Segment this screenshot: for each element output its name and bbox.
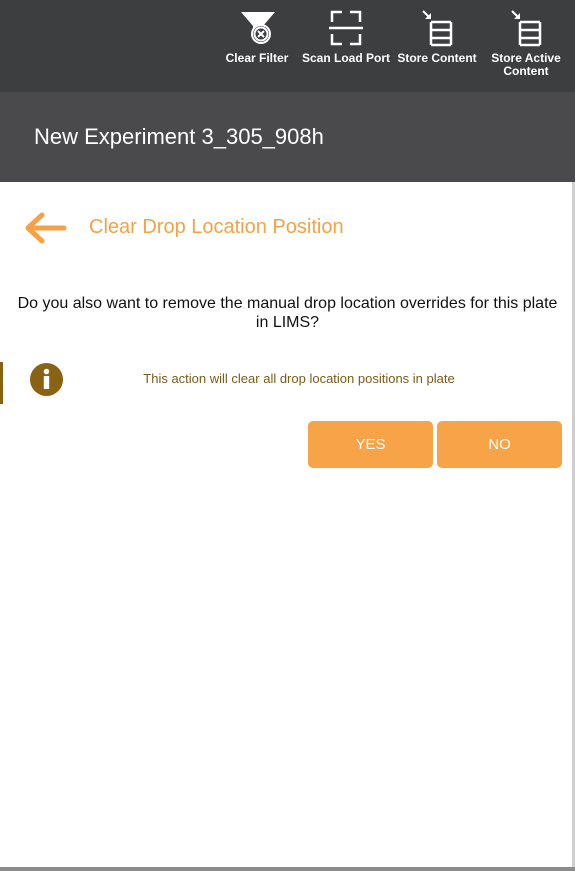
back-button[interactable] — [22, 210, 68, 246]
dialog-title: Clear Drop Location Position — [89, 216, 344, 238]
yes-button[interactable]: YES — [308, 421, 433, 468]
store-content-label: Store Content — [397, 51, 477, 65]
arrow-left-icon — [25, 212, 67, 244]
bottom-border — [0, 867, 575, 871]
store-active-content-button[interactable]: Store Active Content — [488, 8, 564, 78]
page-title: New Experiment 3_305_908h — [34, 124, 324, 149]
clear-filter-label: Clear Filter — [225, 51, 289, 65]
clear-filter-button[interactable]: Clear Filter — [224, 8, 290, 65]
confirmation-question: Do you also want to remove the manual dr… — [17, 295, 558, 331]
store-content-icon — [422, 10, 453, 47]
scan-load-port-button[interactable]: Scan Load Port — [302, 8, 390, 65]
no-button[interactable]: NO — [437, 421, 562, 468]
title-bar: New Experiment 3_305_908h — [0, 92, 575, 182]
clear-filter-icon — [241, 12, 275, 44]
info-icon — [30, 363, 63, 396]
info-marker — [0, 362, 3, 404]
store-content-button[interactable]: Store Content — [396, 8, 478, 65]
store-active-content-icon — [511, 10, 542, 47]
store-active-content-label: Store Active Content — [491, 51, 561, 78]
scan-icon — [329, 10, 363, 46]
scan-load-port-label: Scan Load Port — [302, 51, 391, 65]
toolbar: Clear Filter Scan Load Port Store Conten… — [0, 0, 575, 92]
info-message: This action will clear all drop location… — [143, 371, 455, 386]
